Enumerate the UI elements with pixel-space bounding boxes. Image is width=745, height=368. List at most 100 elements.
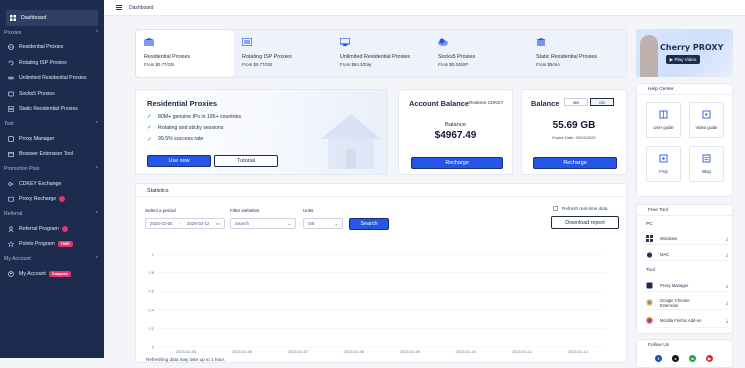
play-video-button[interactable]: ▶ Play Video bbox=[666, 55, 700, 64]
product-tab-residential[interactable]: Residential Proxies From $0.77/GB bbox=[136, 30, 234, 77]
sidebar-item-static-residential[interactable]: Static Residential Proxies bbox=[0, 102, 104, 118]
sidebar-item-rotating-isp[interactable]: Rotating ISP Proxies bbox=[0, 55, 104, 71]
sidebar-item-label: Browser Extension Tool bbox=[19, 151, 74, 158]
sidebar-section-referral[interactable]: Referral ^ bbox=[0, 207, 104, 221]
sidebar-item-label: Unlimited Residential Proxies bbox=[19, 75, 87, 82]
time-badge: TIME bbox=[57, 241, 73, 248]
tutorial-button[interactable]: Tutorial bbox=[214, 155, 278, 167]
user-guide-link[interactable]: User guide bbox=[646, 102, 681, 138]
tool-row-windows[interactable]: Windows ⤓ bbox=[646, 233, 728, 245]
chevron-up-icon: ^ bbox=[95, 211, 98, 217]
tool-row-proxy-manager[interactable]: Proxy Manager ⤓ bbox=[646, 280, 728, 292]
socks-icon bbox=[8, 91, 14, 97]
user-icon bbox=[8, 270, 14, 277]
traffic-value: 55.69 GB bbox=[552, 120, 596, 131]
product-tabs: Residential Proxies From $0.77/GB Rotati… bbox=[135, 29, 627, 78]
sidebar-section-proxies[interactable]: Proxies ^ bbox=[0, 26, 104, 40]
sidebar-item-unlimited-residential[interactable]: Unlimited Residential Proxies bbox=[0, 71, 104, 87]
unit-mb-option[interactable]: MB bbox=[564, 98, 588, 106]
balance-label: Balance bbox=[445, 122, 466, 128]
sidebar-item-cdkey-exchange[interactable]: CDKEY Exchange bbox=[0, 176, 104, 192]
sidebar-item-residential-proxies[interactable]: Residential Proxies bbox=[0, 40, 104, 56]
tool-row-mac[interactable]: MAC ⤓ bbox=[646, 249, 728, 261]
video-guide-link[interactable]: Video guide bbox=[689, 102, 724, 138]
rotate-icon bbox=[8, 60, 14, 66]
sidebar-item-dashboard[interactable]: Dashboard bbox=[6, 10, 98, 26]
topbar: Dashboard bbox=[104, 0, 745, 16]
help-item-label: Blog bbox=[702, 169, 711, 174]
sidebar-item-label: Residential Proxies bbox=[19, 44, 64, 51]
help-item-label: Video guide bbox=[695, 125, 718, 130]
blog-link[interactable]: Blog bbox=[689, 146, 724, 182]
tool-row-chrome-extension[interactable]: Google Chrome Extension ⤓ bbox=[646, 296, 728, 310]
refresh-note: Refreshing data may take up to 1 hour. bbox=[146, 357, 226, 362]
wallet-icon bbox=[8, 196, 14, 202]
sidebar-item-points-program[interactable]: Points Program TIME bbox=[0, 237, 104, 253]
x-twitter-icon[interactable]: x bbox=[672, 355, 679, 362]
recharge-button[interactable]: Recharge bbox=[411, 157, 503, 169]
sidebar-item-proxy-recharge[interactable]: Proxy Recharge bbox=[0, 192, 104, 208]
sidebar-item-label: Static Residential Proxies bbox=[19, 106, 78, 113]
section-label: Proxies bbox=[4, 29, 22, 36]
house-illustration-icon bbox=[321, 114, 381, 169]
sidebar-section-my-account[interactable]: My Account ^ bbox=[0, 252, 104, 266]
card-title: Residential Proxies bbox=[147, 99, 218, 108]
feature-text: 99.5% success rate bbox=[158, 136, 204, 143]
tool-label: Google Chrome Extension bbox=[660, 297, 690, 308]
download-icon[interactable]: ⤓ bbox=[726, 252, 728, 257]
product-tab-rotating-isp[interactable]: Rotating ISP Proxies From $0.77/GB bbox=[234, 30, 332, 77]
book-icon bbox=[659, 110, 668, 119]
download-icon[interactable]: ⤓ bbox=[726, 236, 728, 241]
traffic-balance-card: Balance MB GB 55.69 GB Expire Date: 30/0… bbox=[521, 89, 627, 175]
help-center-panel: Help Center User guide Video guide FAQ B… bbox=[636, 83, 733, 197]
points-icon bbox=[8, 241, 14, 248]
key-icon bbox=[8, 181, 14, 187]
faq-link[interactable]: FAQ bbox=[646, 146, 681, 182]
free-tool-panel: Free Tool PC Windows ⤓ MAC ⤓ Tool Proxy … bbox=[636, 204, 733, 334]
check-icon: ✓ bbox=[147, 136, 153, 143]
sidebar: Dashboard Proxies ^ Residential Proxies R… bbox=[0, 0, 104, 358]
redeem-cdkey-link[interactable]: Redeem CDKEY bbox=[469, 100, 503, 105]
sidebar-item-referral-program[interactable]: Referral Program bbox=[0, 221, 104, 237]
cloud-icon bbox=[438, 38, 448, 46]
breadcrumb: Dashboard bbox=[129, 4, 154, 11]
download-icon[interactable]: ⤓ bbox=[726, 283, 728, 288]
x-tick-label: 2025-02-11 bbox=[512, 349, 533, 354]
product-tab-static-residential[interactable]: Static Residential Proxies From $5/mo bbox=[528, 30, 626, 77]
video-title: Cherry PROXY bbox=[660, 43, 724, 52]
residential-proxy-icon bbox=[144, 38, 154, 46]
sidebar-item-socks5[interactable]: Socks5 Proxies bbox=[0, 86, 104, 102]
product-tab-socks5[interactable]: Socks5 Proxies From $0.045/IP bbox=[430, 30, 528, 77]
download-icon[interactable]: ⤓ bbox=[726, 300, 728, 305]
download-icon[interactable]: ⤓ bbox=[726, 318, 728, 323]
tool-row-firefox-addon[interactable]: Mozilla Firefox Add-on ⤓ bbox=[646, 314, 728, 328]
section-label: Tool bbox=[4, 121, 14, 127]
recharge-button[interactable]: Recharge bbox=[533, 157, 617, 169]
free-tool-title: Free Tool bbox=[648, 208, 668, 213]
server-icon bbox=[8, 106, 14, 113]
y-tick-label: 1 bbox=[152, 252, 155, 257]
sidebar-section-tool[interactable]: Tool ^ bbox=[0, 117, 104, 131]
youtube-icon[interactable]: ▶ bbox=[706, 355, 713, 362]
blog-icon bbox=[702, 154, 711, 163]
product-name: Static Residential Proxies bbox=[536, 54, 598, 60]
x-tick-label: 2025-02-10 bbox=[456, 349, 477, 354]
product-name: Residential Proxies bbox=[144, 54, 191, 60]
feature-list: ✓ 80M+ genuine IPs in 195+ countries ✓ Rot… bbox=[147, 113, 241, 147]
hamburger-menu-icon[interactable] bbox=[116, 5, 122, 10]
product-tab-unlimited[interactable]: Unlimited Residential Proxies From $84.3… bbox=[332, 30, 430, 77]
use-now-button[interactable]: Use now bbox=[147, 155, 211, 167]
sidebar-item-my-account[interactable]: My Account Coupons bbox=[0, 266, 104, 282]
sidebar-section-promotion[interactable]: Promotion Plan ^ bbox=[0, 162, 104, 176]
account-balance-card: Account Balance Redeem CDKEY Balance $49… bbox=[398, 89, 513, 175]
extension-icon bbox=[8, 151, 14, 158]
sidebar-item-proxy-manager[interactable]: Proxy Manager bbox=[0, 131, 104, 147]
unit-gb-option[interactable]: GB bbox=[590, 98, 614, 106]
y-tick-label: 0.6 bbox=[148, 289, 154, 294]
sidebar-item-browser-extension[interactable]: Browser Extension Tool bbox=[0, 147, 104, 163]
residential-proxies-card: Residential Proxies ✓ 80M+ genuine IPs in… bbox=[135, 89, 388, 175]
help-title: Help Center bbox=[648, 87, 674, 92]
promo-video-card[interactable]: Cherry PROXY ▶ Play Video bbox=[636, 29, 733, 77]
facebook-icon[interactable]: f bbox=[655, 355, 662, 362]
whatsapp-icon[interactable]: w bbox=[689, 355, 696, 362]
